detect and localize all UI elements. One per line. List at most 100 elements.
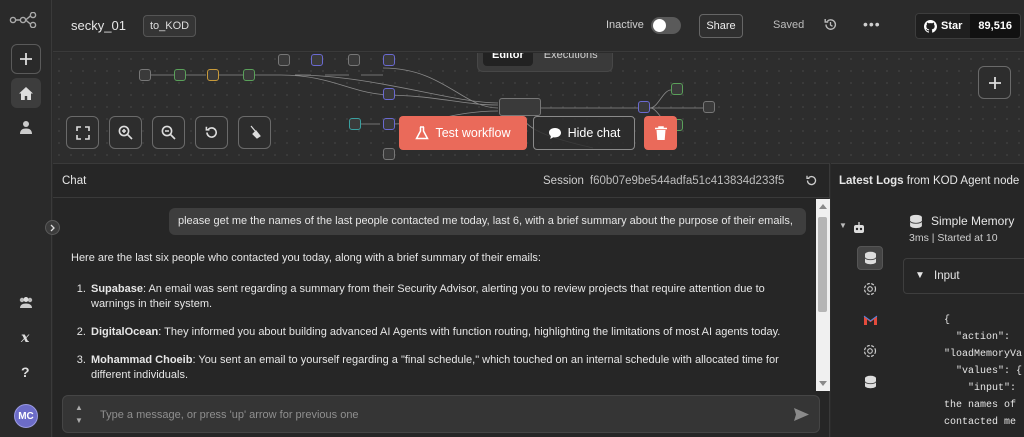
logs-title-suffix: from KOD Agent node — [906, 175, 1020, 187]
bot-message: Here are the last six people who contact… — [71, 251, 791, 391]
gmail-icon[interactable] — [857, 308, 883, 332]
chat-messages[interactable]: please get me the names of the last peop… — [53, 199, 813, 391]
json-line: contacted me — [944, 417, 1017, 428]
openai-icon[interactable] — [857, 277, 883, 301]
json-line: "values": { — [944, 366, 1023, 377]
scroll-down-arrow-icon[interactable] — [819, 381, 827, 386]
plus-icon — [20, 53, 32, 65]
chevron-down-icon: ▼ — [915, 270, 925, 281]
json-line: { — [944, 315, 951, 326]
svg-text:x: x — [20, 330, 30, 344]
reset-session-icon[interactable] — [805, 174, 818, 192]
input-section-toggle[interactable]: ▼ Input — [903, 258, 1024, 294]
bot-list: Supabase: An email was sent regarding a … — [71, 282, 791, 383]
workflow-node[interactable] — [348, 54, 360, 66]
add-node-button[interactable] — [978, 66, 1011, 99]
workflow-canvas[interactable]: Editor Executions Test workflow Hide cha… — [53, 53, 1024, 163]
chat-bubble-icon — [548, 127, 561, 139]
nav-help[interactable]: ? — [11, 357, 41, 387]
workflow-node[interactable] — [383, 88, 395, 100]
list-item-text: : An email was sent regarding a summary … — [91, 283, 765, 310]
more-options-icon[interactable]: ••• — [863, 16, 881, 32]
workflow-name[interactable]: secky_01 — [71, 18, 126, 33]
list-item-name: Mohammad Choeib — [91, 354, 193, 366]
send-icon[interactable] — [793, 407, 810, 427]
svg-text:?: ? — [21, 365, 30, 379]
workflow-node[interactable] — [703, 101, 715, 113]
collapse-panel-button[interactable] — [45, 220, 60, 235]
history-icon[interactable] — [823, 17, 838, 37]
tab-executions[interactable]: Executions — [535, 53, 607, 66]
workflow-node[interactable] — [671, 83, 683, 95]
workflow-node[interactable] — [278, 54, 290, 66]
zoom-in-button[interactable] — [109, 116, 142, 149]
list-item-text: : You sent an email to yourself regardin… — [91, 354, 779, 381]
chat-input-box: ▲ ▼ — [62, 395, 820, 433]
n8n-logo-icon[interactable] — [9, 11, 43, 33]
active-toggle[interactable] — [651, 17, 681, 34]
add-button[interactable] — [11, 44, 41, 74]
editor-tabs: Editor Executions — [477, 53, 613, 72]
zoom-in-icon — [118, 125, 133, 140]
workflow-node[interactable] — [139, 69, 151, 81]
variables-x-icon: x — [20, 330, 30, 344]
help-question-icon: ? — [21, 365, 30, 379]
nav-variables[interactable]: x — [11, 322, 41, 352]
reset-zoom-button[interactable] — [195, 116, 228, 149]
log-started: Started at 10 — [937, 232, 998, 244]
workflow-node[interactable] — [174, 69, 186, 81]
bot-intro: Here are the last six people who contact… — [71, 252, 541, 264]
memory-db-icon — [909, 214, 923, 229]
list-item-name: DigitalOcean — [91, 326, 159, 338]
kod-agent-node[interactable] — [499, 98, 541, 116]
chat-title: Chat — [62, 175, 87, 187]
left-sidebar: x ? MC — [0, 0, 52, 437]
nav-templates[interactable] — [11, 287, 41, 317]
list-item-text: : They informed you about building advan… — [158, 326, 781, 338]
user-icon — [20, 121, 32, 134]
zoom-out-icon — [161, 125, 176, 140]
github-star-button[interactable]: Star 89,516 — [915, 13, 1022, 39]
tidy-up-button[interactable] — [238, 116, 271, 149]
tab-editor[interactable]: Editor — [483, 53, 533, 66]
log-node-name: Simple Memory — [931, 214, 1015, 228]
workflow-tag[interactable]: to_KOD — [143, 15, 197, 37]
test-workflow-label: Test workflow — [435, 126, 511, 140]
share-button[interactable]: Share — [699, 14, 743, 38]
scroll-up-arrow-icon[interactable] — [819, 204, 827, 209]
scrollbar-thumb[interactable] — [818, 217, 827, 312]
chat-scrollbar[interactable] — [816, 199, 830, 391]
workflow-node[interactable] — [383, 148, 395, 160]
memory-db-icon[interactable] — [857, 370, 883, 394]
history-stepper-icon[interactable]: ▲ ▼ — [75, 401, 83, 427]
log-timing: 3ms | Started at 10 — [909, 232, 998, 244]
json-line: "loadMemoryVa — [944, 349, 1023, 360]
nav-users[interactable] — [11, 112, 41, 142]
zoom-out-button[interactable] — [152, 116, 185, 149]
list-item-name: Supabase — [91, 283, 143, 295]
github-star-label: Star — [941, 20, 963, 32]
delete-execution-button[interactable] — [644, 116, 677, 150]
github-icon — [924, 19, 937, 33]
list-item: Mohammad Choeib: You sent an email to yo… — [89, 353, 791, 383]
workflow-node[interactable] — [383, 118, 395, 130]
workflow-node[interactable] — [638, 101, 650, 113]
active-status-label: Inactive — [606, 19, 644, 31]
workflow-node[interactable] — [207, 69, 219, 81]
avatar[interactable]: MC — [14, 404, 38, 428]
logs-title: Latest Logs from KOD Agent node — [839, 175, 1019, 187]
json-line: "input": — [944, 383, 1017, 394]
test-workflow-button[interactable]: Test workflow — [399, 116, 527, 150]
chat-input[interactable] — [100, 405, 750, 425]
workflow-node[interactable] — [349, 118, 361, 130]
openai-icon[interactable] — [857, 339, 883, 363]
workflow-node[interactable] — [311, 54, 323, 66]
fit-view-button[interactable] — [66, 116, 99, 149]
agent-robot-icon[interactable] — [846, 215, 872, 239]
nav-home[interactable] — [11, 78, 41, 108]
hide-chat-label: Hide chat — [567, 126, 621, 140]
memory-db-icon[interactable] — [857, 246, 883, 270]
workflow-node[interactable] — [383, 54, 395, 66]
workflow-node[interactable] — [243, 69, 255, 81]
hide-chat-button[interactable]: Hide chat — [533, 116, 635, 150]
